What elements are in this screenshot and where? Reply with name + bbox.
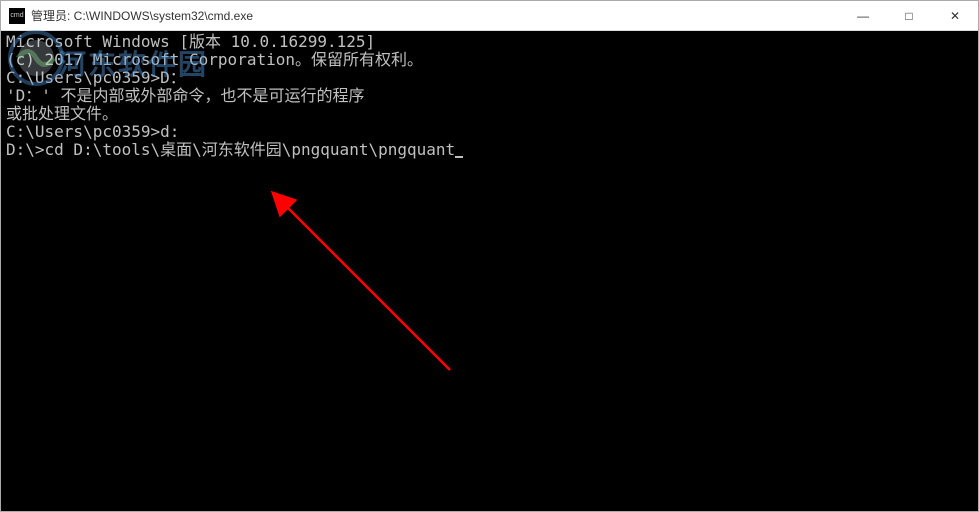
terminal-line: D:\>cd D:\tools\桌面\河东软件园\pngquant\pngqua… — [6, 141, 973, 159]
window-controls: — □ ✕ — [840, 1, 978, 30]
terminal-line: C:\Users\pc0359>D： — [6, 69, 973, 87]
window-title: 管理员: C:\WINDOWS\system32\cmd.exe — [31, 7, 840, 24]
terminal-line: 'D：' 不是内部或外部命令，也不是可运行的程序 — [6, 87, 973, 105]
cursor — [455, 156, 463, 158]
terminal-line: 或批处理文件。 — [6, 105, 973, 123]
maximize-button[interactable]: □ — [886, 1, 932, 31]
terminal-line: Microsoft Windows [版本 10.0.16299.125] — [6, 33, 973, 51]
minimize-button[interactable]: — — [840, 1, 886, 31]
cmd-icon: cmd — [9, 8, 25, 24]
terminal-line: C:\Users\pc0359>d: — [6, 123, 973, 141]
cmd-window: cmd 管理员: C:\WINDOWS\system32\cmd.exe — □… — [0, 0, 979, 512]
close-button[interactable]: ✕ — [932, 1, 978, 31]
titlebar[interactable]: cmd 管理员: C:\WINDOWS\system32\cmd.exe — □… — [1, 1, 978, 31]
terminal-area[interactable]: Microsoft Windows [版本 10.0.16299.125] (c… — [1, 31, 978, 511]
terminal-line: (c) 2017 Microsoft Corporation。保留所有权利。 — [6, 51, 973, 69]
